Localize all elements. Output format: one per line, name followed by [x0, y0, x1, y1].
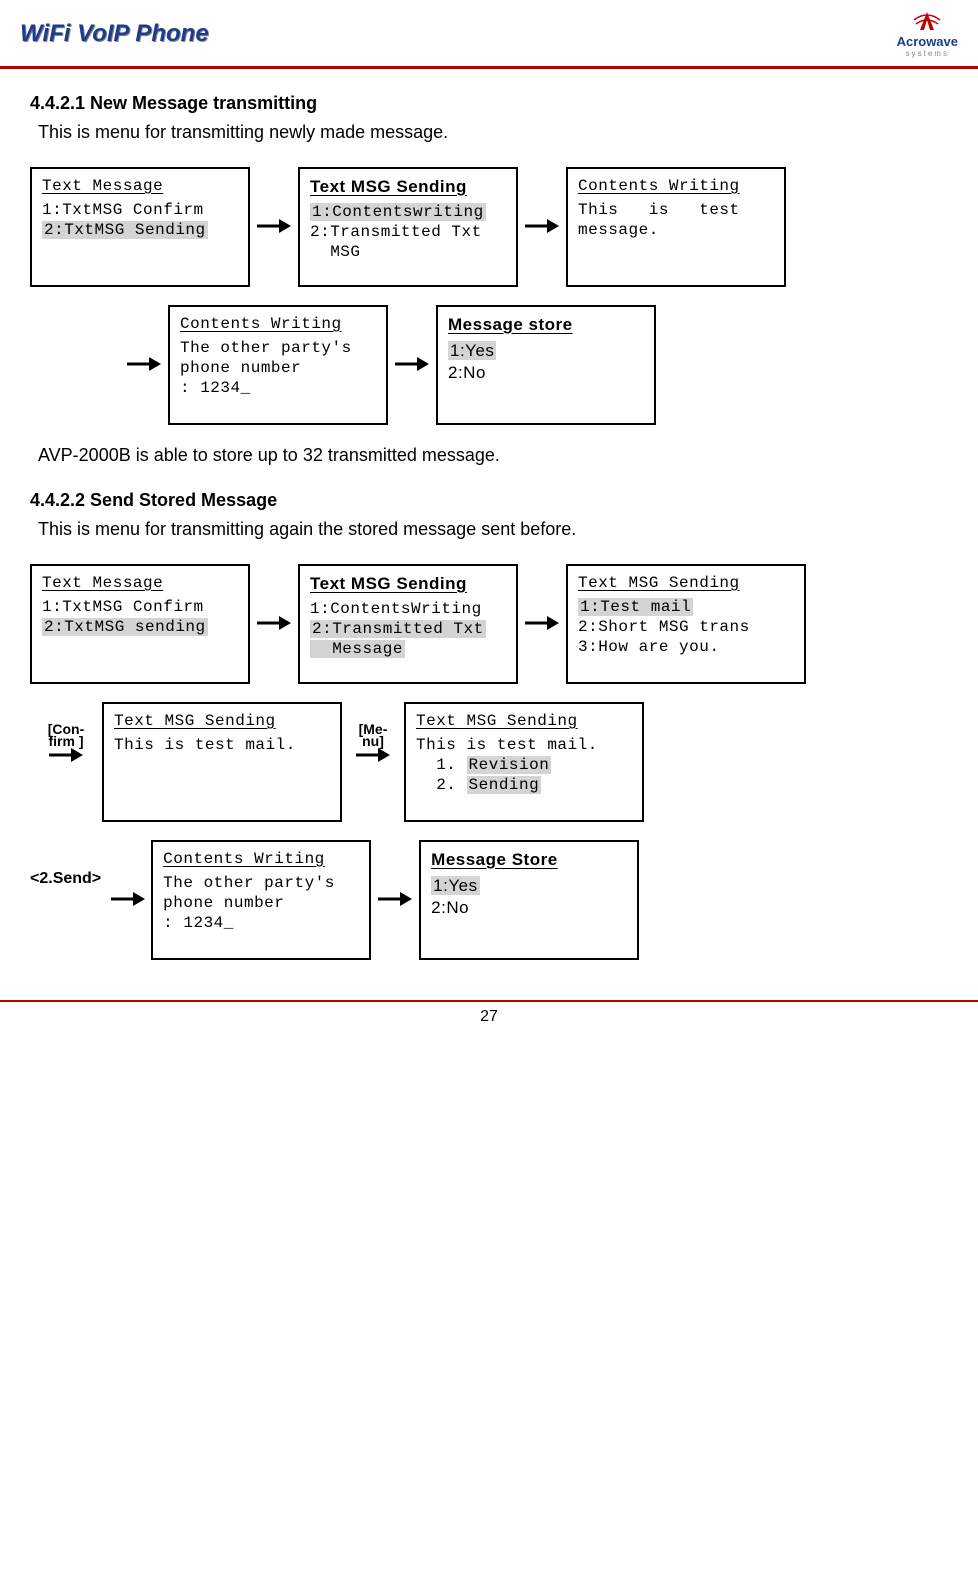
screen-contents-writing-number: Contents Writing The other party's phone… [168, 305, 388, 425]
screen-text-msg-sending-menu: Text MSG Sending This is test mail. 1. R… [404, 702, 644, 822]
screen-text-message-2: Text Message 1:TxtMSG Confirm 2:TxtMSG s… [30, 564, 250, 684]
menu-item: 1:TxtMSG Confirm [42, 598, 238, 616]
body-line: phone number [180, 359, 376, 377]
body-line: message. [578, 221, 774, 239]
body-line: phone number [163, 894, 359, 912]
menu-item-selected: 1:Contentswriting [310, 203, 486, 221]
flow-row-1: Text Message 1:TxtMSG Confirm 2:TxtMSG S… [30, 167, 948, 287]
screen-message-store-2: Message Store 1:Yes 2:No [419, 840, 639, 960]
flow-row-4: [Con- firm ] Text MSG Sending This is te… [30, 702, 948, 822]
arrow-icon [105, 890, 151, 908]
screen-title: Contents Writing [180, 315, 376, 333]
screen-title: Message Store [431, 850, 627, 870]
page-footer: 27 [0, 1000, 978, 1046]
flow-row-2: Contents Writing The other party's phone… [30, 305, 948, 425]
arrow-icon [120, 355, 168, 373]
screen-title: Contents Writing [578, 177, 774, 195]
screen-text-msg-sending: Text MSG Sending 1:Contentswriting 2:Tra… [298, 167, 518, 287]
acrowave-icon [910, 10, 944, 34]
screen-title: Text MSG Sending [310, 574, 506, 594]
screen-title: Message store [448, 315, 644, 335]
section-4422-intro: This is menu for transmitting again the … [38, 519, 948, 540]
body-line: This is test [578, 201, 774, 219]
menu-item: 1:ContentsWriting [310, 600, 506, 618]
arrow-labeled-menu: [Me- nu] [342, 722, 404, 764]
menu-number: 1. [416, 756, 467, 774]
section-4422-heading: 4.4.2.2 Send Stored Message [30, 490, 948, 511]
screen-title: Text MSG Sending [416, 712, 632, 730]
screen-title: Text MSG Sending [114, 712, 330, 730]
screen-text-msg-sending-list: Text MSG Sending 1:Test mail 2:Short MSG… [566, 564, 806, 684]
screen-title: Text MSG Sending [310, 177, 506, 197]
screen-text-message: Text Message 1:TxtMSG Confirm 2:TxtMSG S… [30, 167, 250, 287]
body-line: : 1234_ [163, 914, 359, 932]
arrow-icon [250, 217, 298, 235]
flow-row-5: <2.Send> Contents Writing The other part… [30, 840, 948, 960]
brand-name: Acrowave [897, 34, 958, 49]
menu-item: 2:Short MSG trans [578, 618, 794, 636]
menu-number: 2. [416, 776, 467, 794]
arrow-icon [371, 890, 419, 908]
body-line: The other party's [163, 874, 359, 892]
screen-title: Text MSG Sending [578, 574, 794, 592]
arrow-icon [49, 746, 83, 764]
header-title: WiFi VoIP Phone [20, 20, 209, 48]
menu-item-selected: 1:Test mail [578, 598, 693, 616]
section-4421-note: AVP-2000B is able to store up to 32 tran… [38, 445, 948, 466]
arrow-icon [388, 355, 436, 373]
menu-item: 2:No [431, 898, 627, 918]
page-header: WiFi VoIP Phone Acrowave systems [0, 0, 978, 69]
arrow-icon [518, 217, 566, 235]
screen-title: Contents Writing [163, 850, 359, 868]
menu-item-selected: 2:Transmitted Txt [310, 620, 486, 638]
menu-item: 2:Transmitted Txt [310, 223, 506, 241]
screen-title: Text Message [42, 177, 238, 195]
arrow-icon [518, 614, 566, 632]
body-line: The other party's [180, 339, 376, 357]
menu-item: Sending [467, 776, 542, 794]
body-line: This is test mail. [416, 736, 632, 754]
arrow-label-send: <2.Send> [30, 870, 101, 888]
section-4421-heading: 4.4.2.1 New Message transmitting [30, 93, 948, 114]
section-4421-intro: This is menu for transmitting newly made… [38, 122, 948, 143]
screen-message-store: Message store 1:Yes 2:No [436, 305, 656, 425]
screen-text-msg-sending-preview: Text MSG Sending This is test mail. [102, 702, 342, 822]
screen-contents-writing: Contents Writing This is test message. [566, 167, 786, 287]
menu-item-selected: Revision [467, 756, 552, 774]
body-line: : 1234_ [180, 379, 376, 397]
menu-item: 1:TxtMSG Confirm [42, 201, 238, 219]
arrow-labeled-confirm: [Con- firm ] [30, 722, 102, 764]
menu-item-selected: Message [310, 640, 405, 658]
body-line: This is test mail. [114, 736, 330, 754]
brand-logo: Acrowave systems [897, 10, 958, 58]
menu-item: 3:How are you. [578, 638, 794, 656]
page-content: 4.4.2.1 New Message transmitting This is… [0, 69, 978, 960]
menu-item: MSG [310, 243, 506, 261]
screen-title: Text Message [42, 574, 238, 592]
page-number: 27 [480, 1008, 498, 1025]
arrow-icon [250, 614, 298, 632]
screen-contents-writing-number-2: Contents Writing The other party's phone… [151, 840, 371, 960]
menu-item-selected: 2:TxtMSG sending [42, 618, 208, 636]
menu-item-selected: 1:Yes [431, 876, 479, 895]
menu-item-selected: 1:Yes [448, 341, 496, 360]
screen-text-msg-sending-2: Text MSG Sending 1:ContentsWriting 2:Tra… [298, 564, 518, 684]
flow-row-3: Text Message 1:TxtMSG Confirm 2:TxtMSG s… [30, 564, 948, 684]
arrow-icon [356, 746, 390, 764]
menu-item: 2:No [448, 363, 644, 383]
brand-sub: systems [906, 49, 949, 58]
menu-item-selected: 2:TxtMSG Sending [42, 221, 208, 239]
